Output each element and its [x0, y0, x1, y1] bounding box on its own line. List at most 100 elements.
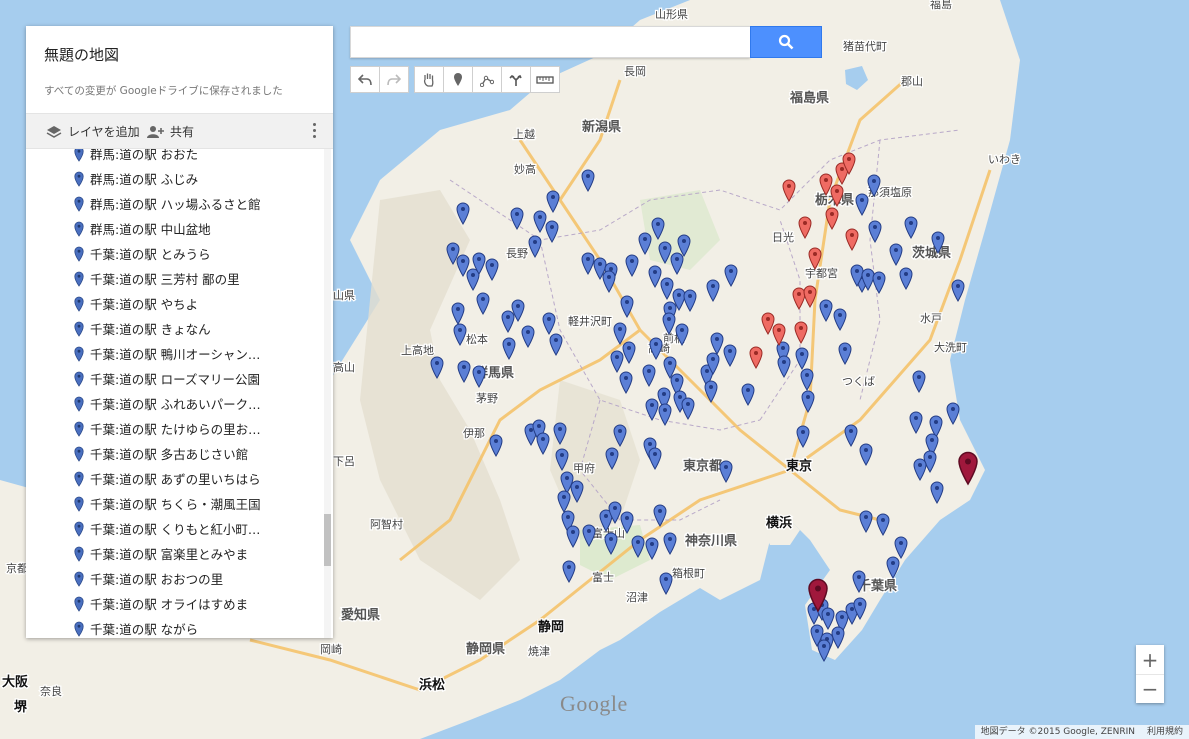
map-place-label: 上高地	[401, 343, 434, 357]
map-place-label: 下呂	[333, 455, 355, 468]
search-button[interactable]	[750, 26, 822, 58]
list-item[interactable]: 千葉:道の駅 ながら	[26, 616, 323, 638]
marker-icon	[74, 246, 84, 262]
list-item[interactable]: 群馬:道の駅 中山盆地	[26, 216, 323, 241]
marker-icon	[74, 346, 84, 362]
map-place-label: 宇都宮	[805, 266, 838, 280]
redo-icon	[387, 73, 401, 85]
search-bar	[350, 26, 822, 58]
share-label: 共有	[170, 125, 195, 139]
draw-line-icon	[480, 75, 494, 87]
directions-icon	[509, 74, 522, 86]
list-item[interactable]: 千葉:道の駅 オライはすめま	[26, 591, 323, 616]
list-item-label: 群馬:道の駅 中山盆地	[90, 222, 211, 237]
share-button[interactable]: 共有	[146, 123, 194, 140]
list-item-label: 千葉:道の駅 鴨川オーシャン…	[90, 347, 261, 362]
map-place-label: 猪苗代町	[843, 40, 887, 53]
measure-button[interactable]	[530, 66, 560, 93]
place-list: 群馬:道の駅 おおた 群馬:道の駅 ふじみ群馬:道の駅 ハッ場ふるさと館 群馬:道の…	[26, 149, 323, 638]
list-item-label: 千葉:道の駅 ふれあいパーク…	[90, 397, 261, 412]
map-place-label: 奈良	[40, 684, 62, 698]
redo-button[interactable]	[379, 66, 409, 93]
list-item[interactable]: 千葉:道の駅 多古あじさい館	[26, 441, 323, 466]
map-place-label: 富士	[592, 570, 614, 584]
list-scrollbar[interactable]	[324, 149, 331, 638]
list-item-label: 千葉:道の駅 きょなん	[90, 322, 211, 337]
list-item-label: 千葉:道の駅 ローズマリー公園	[90, 372, 261, 387]
save-status: すべての変更が Googleドライブに保存されました	[44, 85, 283, 97]
map-place-label: 横浜	[766, 515, 792, 531]
map-data-credit: 地図データ ©2015 Google, ZENRIN	[980, 727, 1135, 737]
list-item[interactable]: 千葉:道の駅 ふれあいパーク…	[26, 391, 323, 416]
list-item[interactable]: 千葉:道の駅 おおつの里	[26, 566, 323, 591]
search-icon	[778, 34, 794, 50]
map-place-label: 山形県	[655, 8, 688, 21]
map-place-label: 郡山	[901, 75, 923, 88]
list-item-label: 千葉:道の駅 おおつの里	[90, 572, 224, 587]
hand-icon	[423, 73, 434, 87]
list-item-label: 群馬:道の駅 ハッ場ふるさと館	[90, 197, 261, 212]
map-place-label: 愛知県	[341, 607, 380, 623]
list-item[interactable]: 千葉:道の駅 ローズマリー公園	[26, 366, 323, 391]
list-item[interactable]: 千葉:道の駅 三芳村 鄙の里	[26, 266, 323, 291]
zoom-in-button[interactable]: +	[1136, 645, 1164, 674]
map-place-label: 東京都	[683, 458, 722, 474]
directions-button[interactable]	[501, 66, 531, 93]
map-place-label: 阿智村	[370, 517, 403, 531]
add-layer-button[interactable]: レイヤを追加	[46, 123, 140, 140]
list-item[interactable]: 群馬:道の駅 ハッ場ふるさと館	[26, 191, 323, 216]
list-item[interactable]: 千葉:道の駅 きょなん	[26, 316, 323, 341]
map-place-label: つくば	[842, 375, 875, 388]
marker-icon	[74, 396, 84, 412]
marker-icon	[454, 73, 462, 86]
list-item[interactable]: 群馬:道の駅 おおた	[26, 149, 323, 166]
scrollbar-thumb[interactable]	[324, 514, 331, 566]
marker-icon	[74, 546, 84, 562]
list-item[interactable]: 千葉:道の駅 鴨川オーシャン…	[26, 341, 323, 366]
map-place-label: 日光	[772, 230, 794, 244]
list-item[interactable]: 千葉:道の駅 やちよ	[26, 291, 323, 316]
map-place-label: 沼津	[626, 590, 648, 604]
list-item[interactable]: 千葉:道の駅 あずの里いちはら	[26, 466, 323, 491]
marker-icon	[74, 446, 84, 462]
layers-icon	[46, 125, 62, 138]
map-place-label: 福島県	[789, 90, 829, 106]
map-place-label: 茅野	[476, 392, 498, 405]
map-place-label: 神奈川県	[685, 533, 737, 549]
map-place-label: 松本	[466, 332, 488, 346]
list-item[interactable]: 千葉:道の駅 たけゆらの里お…	[26, 416, 323, 441]
map-place-label: 妙高	[514, 162, 536, 176]
search-input[interactable]	[350, 26, 750, 58]
map-place-label: いわき	[988, 153, 1021, 166]
map-panel: 無題の地図 すべての変更が Googleドライブに保存されました レイヤを追加 …	[26, 26, 333, 638]
list-item[interactable]: 群馬:道の駅 ふじみ	[26, 166, 323, 191]
marker-icon	[74, 496, 84, 512]
undo-button[interactable]	[350, 66, 380, 93]
list-item[interactable]: 千葉:道の駅 とみうら	[26, 241, 323, 266]
map-place-label: 軽井沢町	[568, 314, 612, 328]
marker-icon	[74, 221, 84, 237]
list-item-label: 千葉:道の駅 三芳村 鄙の里	[90, 272, 240, 287]
list-item[interactable]: 千葉:道の駅 くりもと紅小町…	[26, 516, 323, 541]
hand-button[interactable]	[414, 66, 444, 93]
map-place-label: 堺	[14, 699, 28, 715]
map-title[interactable]: 無題の地図	[44, 44, 315, 65]
marker-icon	[74, 521, 84, 537]
map-tools-group	[414, 66, 560, 94]
map-place-label: 高山	[333, 360, 355, 374]
marker-icon	[74, 571, 84, 587]
map-place-label: 京都	[6, 561, 28, 575]
marker-icon	[74, 149, 84, 162]
terms-link[interactable]: 利用規約	[1147, 725, 1183, 739]
panel-header: 無題の地図 すべての変更が Googleドライブに保存されました	[26, 26, 333, 112]
map-place-label: 岡崎	[320, 642, 342, 656]
more-options-icon[interactable]	[311, 123, 317, 139]
map-place-label: 甲府	[573, 461, 595, 475]
list-item[interactable]: 千葉:道の駅 ちくら・潮風王国	[26, 491, 323, 516]
draw-line-button[interactable]	[472, 66, 502, 93]
marker-icon	[74, 321, 84, 337]
list-item[interactable]: 千葉:道の駅 富楽里とみやま	[26, 541, 323, 566]
map-place-label: 長野	[506, 247, 528, 260]
zoom-out-button[interactable]: −	[1136, 674, 1164, 703]
add-marker-button[interactable]	[443, 66, 473, 93]
